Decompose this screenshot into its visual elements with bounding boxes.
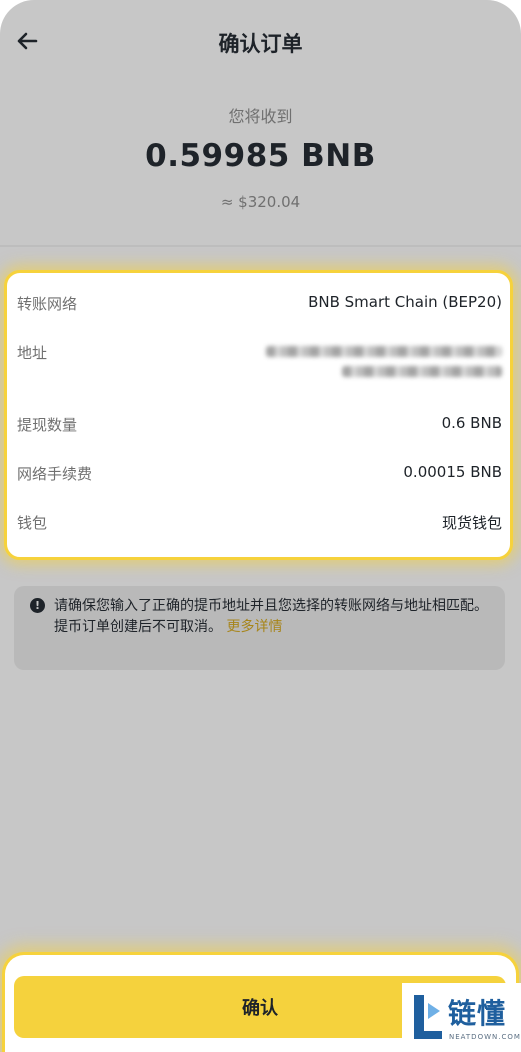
notice-cancel-line: 提币订单创建后不可取消。 更多详情 [54,617,491,638]
page-title: 确认订单 [218,32,303,56]
network-row: 转账网络 BNB Smart Chain (BEP20) [17,293,502,314]
more-details-link[interactable]: 更多详情 [226,619,282,635]
wallet-value: 现货钱包 [441,514,502,532]
watermark-logo-icon [414,995,442,1039]
order-details-card: 转账网络 BNB Smart Chain (BEP20) 地址 提现数量 0.6… [4,270,513,560]
notice-text: 请确保您输入了正确的提币地址并且您选择的转账网络与地址相匹配。 [54,598,488,614]
redacted-line [342,366,502,377]
receive-amount: 0.59985 BNB [145,138,376,174]
network-fee-value: 0.00015 BNB [403,463,502,481]
receive-label: 您将收到 [228,107,293,126]
withdraw-amount-row: 提现数量 0.6 BNB [17,414,502,435]
address-value-redacted [266,342,502,377]
warning-notice: ! 请确保您输入了正确的提币地址并且您选择的转账网络与地址相匹配。 提币订单创建… [14,586,505,670]
watermark: 链懂 NEATDOWN.COM [402,983,521,1052]
confirm-order-screen: 确认订单 您将收到 0.59985 BNB ≈ $320.04 转账网络 BNB… [0,0,521,1052]
notice-text-2: 提币订单创建后不可取消。 [54,619,222,635]
address-row: 地址 [17,342,502,377]
wallet-row: 钱包 现货钱包 [17,512,502,533]
network-label: 转账网络 [17,295,78,313]
network-fee-row: 网络手续费 0.00015 BNB [17,463,502,484]
redacted-line [266,346,502,357]
exclamation-icon: ! [30,598,45,613]
withdraw-amount-value: 0.6 BNB [441,414,502,432]
withdraw-amount-label: 提现数量 [17,416,78,434]
network-value: BNB Smart Chain (BEP20) [308,293,502,311]
header: 确认订单 [0,0,521,84]
wallet-label: 钱包 [17,514,48,532]
address-label: 地址 [17,344,48,362]
network-fee-label: 网络手续费 [17,465,93,483]
watermark-text: 链懂 [448,997,507,1030]
watermark-subtext: NEATDOWN.COM [449,1033,521,1041]
receive-fiat-value: ≈ $320.04 [220,193,301,211]
divider [0,245,521,247]
